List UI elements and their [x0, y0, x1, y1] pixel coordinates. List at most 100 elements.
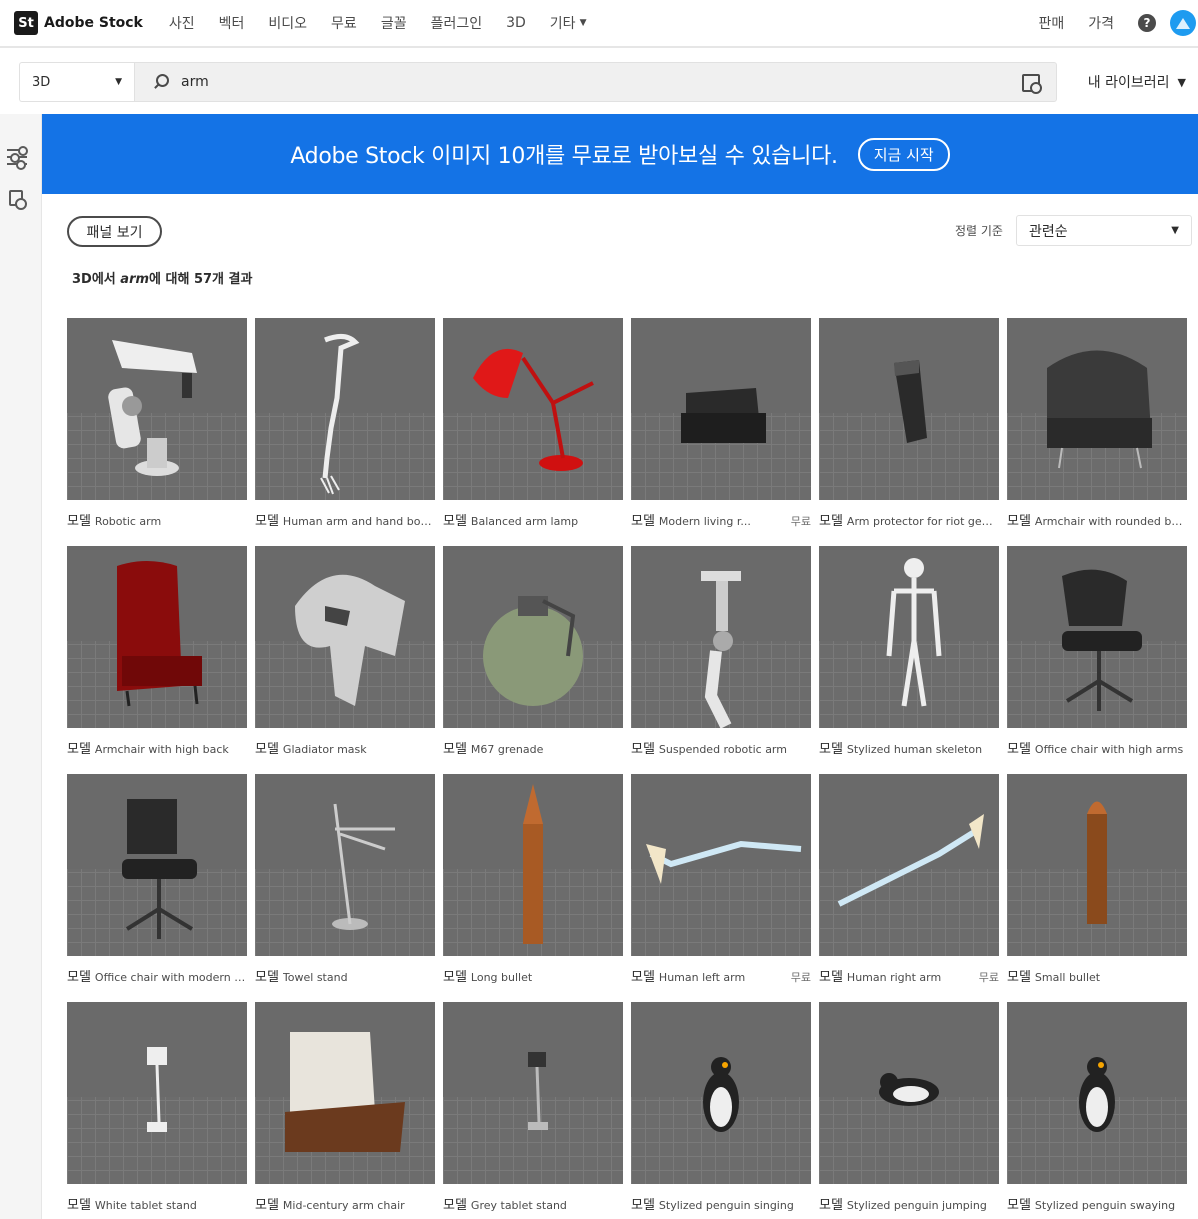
result-title[interactable]: Armchair with rounded back — [1035, 515, 1187, 528]
result-card[interactable]: 모델 M67 grenade — [443, 546, 623, 768]
asset-type-select[interactable]: 3D ▼ — [19, 62, 134, 102]
sort-select[interactable]: 관련순 ▼ — [1016, 215, 1192, 246]
result-card[interactable]: 모델 White tablet stand — [67, 1002, 247, 1219]
my-library-button[interactable]: 내 라이브러리 ▼ — [1088, 72, 1186, 92]
start-now-button[interactable]: 지금 시작 — [857, 137, 950, 171]
avatar[interactable] — [1170, 10, 1196, 36]
result-card[interactable]: 모델 Small bullet — [1007, 774, 1187, 996]
result-title[interactable]: Stylized penguin jumping — [847, 1199, 987, 1212]
result-thumbnail[interactable] — [1007, 546, 1187, 728]
result-card[interactable]: 모델 Gladiator mask — [255, 546, 435, 768]
result-type: 모델 — [255, 970, 279, 985]
nav-item-videos[interactable]: 비디오 — [268, 13, 307, 33]
result-title[interactable]: Towel stand — [283, 971, 348, 984]
result-card[interactable]: 모델 Stylized penguin singing — [631, 1002, 811, 1219]
result-card[interactable]: 모델 Stylized penguin swaying — [1007, 1002, 1187, 1219]
nav-item-fonts[interactable]: 글꼴 — [381, 13, 407, 33]
result-title[interactable]: Gladiator mask — [283, 743, 367, 756]
result-card[interactable]: 모델 Robotic arm — [67, 318, 247, 540]
help-icon[interactable]: ? — [1138, 14, 1156, 32]
result-card[interactable]: 모델 Stylized human skeleton — [819, 546, 999, 768]
result-card[interactable]: 모델 Grey tablet stand — [443, 1002, 623, 1219]
result-title[interactable]: Human arm and hand bones — [283, 515, 435, 528]
grenade-icon — [483, 596, 583, 706]
result-card[interactable]: 모델 Office chair with high arms — [1007, 546, 1187, 768]
result-thumbnail[interactable] — [443, 318, 623, 500]
nav-item-pricing[interactable]: 가격 — [1088, 13, 1114, 33]
result-title[interactable]: Long bullet — [471, 971, 532, 984]
result-thumbnail[interactable] — [255, 318, 435, 500]
result-thumbnail[interactable] — [255, 774, 435, 956]
result-thumbnail[interactable] — [443, 774, 623, 956]
result-thumbnail[interactable] — [631, 1002, 811, 1184]
result-title[interactable]: Suspended robotic arm — [659, 743, 787, 756]
nav-item-sell[interactable]: 판매 — [1038, 13, 1064, 33]
result-card[interactable]: 모델 Stylized penguin jumping — [819, 1002, 999, 1219]
result-card[interactable]: 모델 Armchair with high back — [67, 546, 247, 768]
result-thumbnail[interactable] — [1007, 318, 1187, 500]
result-card[interactable]: 모델 Human right arm 무료 — [819, 774, 999, 996]
result-prefix: 3D에서 — [72, 272, 121, 287]
result-title[interactable]: Stylized penguin singing — [659, 1199, 794, 1212]
result-thumbnail[interactable] — [67, 546, 247, 728]
nav-item-plugins[interactable]: 플러그인 — [431, 13, 483, 33]
result-card[interactable]: 모델 Human arm and hand bones — [255, 318, 435, 540]
result-title[interactable]: Robotic arm — [95, 515, 161, 528]
nav-item-free[interactable]: 무료 — [331, 13, 357, 33]
visual-search-icon[interactable] — [9, 190, 27, 210]
search-input[interactable] — [181, 74, 981, 90]
result-thumbnail[interactable] — [631, 774, 811, 956]
result-title[interactable]: Human right arm — [847, 971, 941, 984]
result-thumbnail[interactable] — [255, 546, 435, 728]
result-thumbnail[interactable] — [67, 318, 247, 500]
adobe-stock-logo[interactable]: St Adobe Stock — [14, 11, 143, 35]
result-title[interactable]: Office chair with modern arms — [95, 971, 247, 984]
nav-item-more[interactable]: 기타 ▼ — [550, 13, 587, 33]
result-card[interactable]: 모델 Arm protector for riot gear 1 — [819, 318, 999, 540]
result-thumbnail[interactable] — [819, 1002, 999, 1184]
result-title[interactable]: Human left arm — [659, 971, 745, 984]
result-title[interactable]: Office chair with high arms — [1035, 743, 1183, 756]
result-thumbnail[interactable] — [443, 546, 623, 728]
result-card[interactable]: 모델 Suspended robotic arm — [631, 546, 811, 768]
result-title[interactable]: Stylized human skeleton — [847, 743, 982, 756]
result-thumbnail[interactable] — [67, 1002, 247, 1184]
result-thumbnail[interactable] — [67, 774, 247, 956]
result-card[interactable]: 모델 Towel stand — [255, 774, 435, 996]
result-type: 모델 — [1007, 514, 1031, 529]
result-card[interactable]: 모델 Long bullet — [443, 774, 623, 996]
nav-item-vectors[interactable]: 벡터 — [219, 13, 245, 33]
result-card[interactable]: 모델 Armchair with rounded back — [1007, 318, 1187, 540]
result-card[interactable]: 모델 Mid-century arm chair — [255, 1002, 435, 1219]
result-title[interactable]: Small bullet — [1035, 971, 1100, 984]
nav-item-3d[interactable]: 3D — [506, 15, 526, 31]
result-title[interactable]: White tablet stand — [95, 1199, 197, 1212]
filter-icon[interactable] — [7, 146, 28, 170]
result-thumbnail[interactable] — [443, 1002, 623, 1184]
result-title[interactable]: Arm protector for riot gear 1 — [847, 515, 999, 528]
nav-item-photos[interactable]: 사진 — [169, 13, 195, 33]
result-thumbnail[interactable] — [819, 774, 999, 956]
result-thumbnail[interactable] — [631, 318, 811, 500]
result-card[interactable]: 모델 Office chair with modern arms — [67, 774, 247, 996]
result-title[interactable]: Grey tablet stand — [471, 1199, 567, 1212]
show-panel-button[interactable]: 패널 보기 — [67, 216, 162, 247]
result-title[interactable]: Mid-century arm chair — [283, 1199, 405, 1212]
result-thumbnail[interactable] — [819, 318, 999, 500]
visual-search-icon[interactable] — [1022, 74, 1042, 94]
result-thumbnail[interactable] — [631, 546, 811, 728]
result-thumbnail[interactable] — [819, 546, 999, 728]
result-title[interactable]: M67 grenade — [471, 743, 543, 756]
result-title[interactable]: Stylized penguin swaying — [1035, 1199, 1175, 1212]
result-title[interactable]: Armchair with high back — [95, 743, 229, 756]
result-card[interactable]: 모델 Balanced arm lamp — [443, 318, 623, 540]
result-thumbnail[interactable] — [1007, 1002, 1187, 1184]
result-title[interactable]: Modern living r... — [659, 515, 751, 528]
result-thumbnail[interactable] — [255, 1002, 435, 1184]
result-card[interactable]: 모델 Human left arm 무료 — [631, 774, 811, 996]
result-title[interactable]: Balanced arm lamp — [471, 515, 578, 528]
result-thumbnail[interactable] — [1007, 774, 1187, 956]
result-caption: 모델 Arm protector for riot gear 1 — [819, 510, 999, 532]
result-card[interactable]: 모델 Modern living r... 무료 — [631, 318, 811, 540]
result-type: 모델 — [67, 514, 91, 529]
